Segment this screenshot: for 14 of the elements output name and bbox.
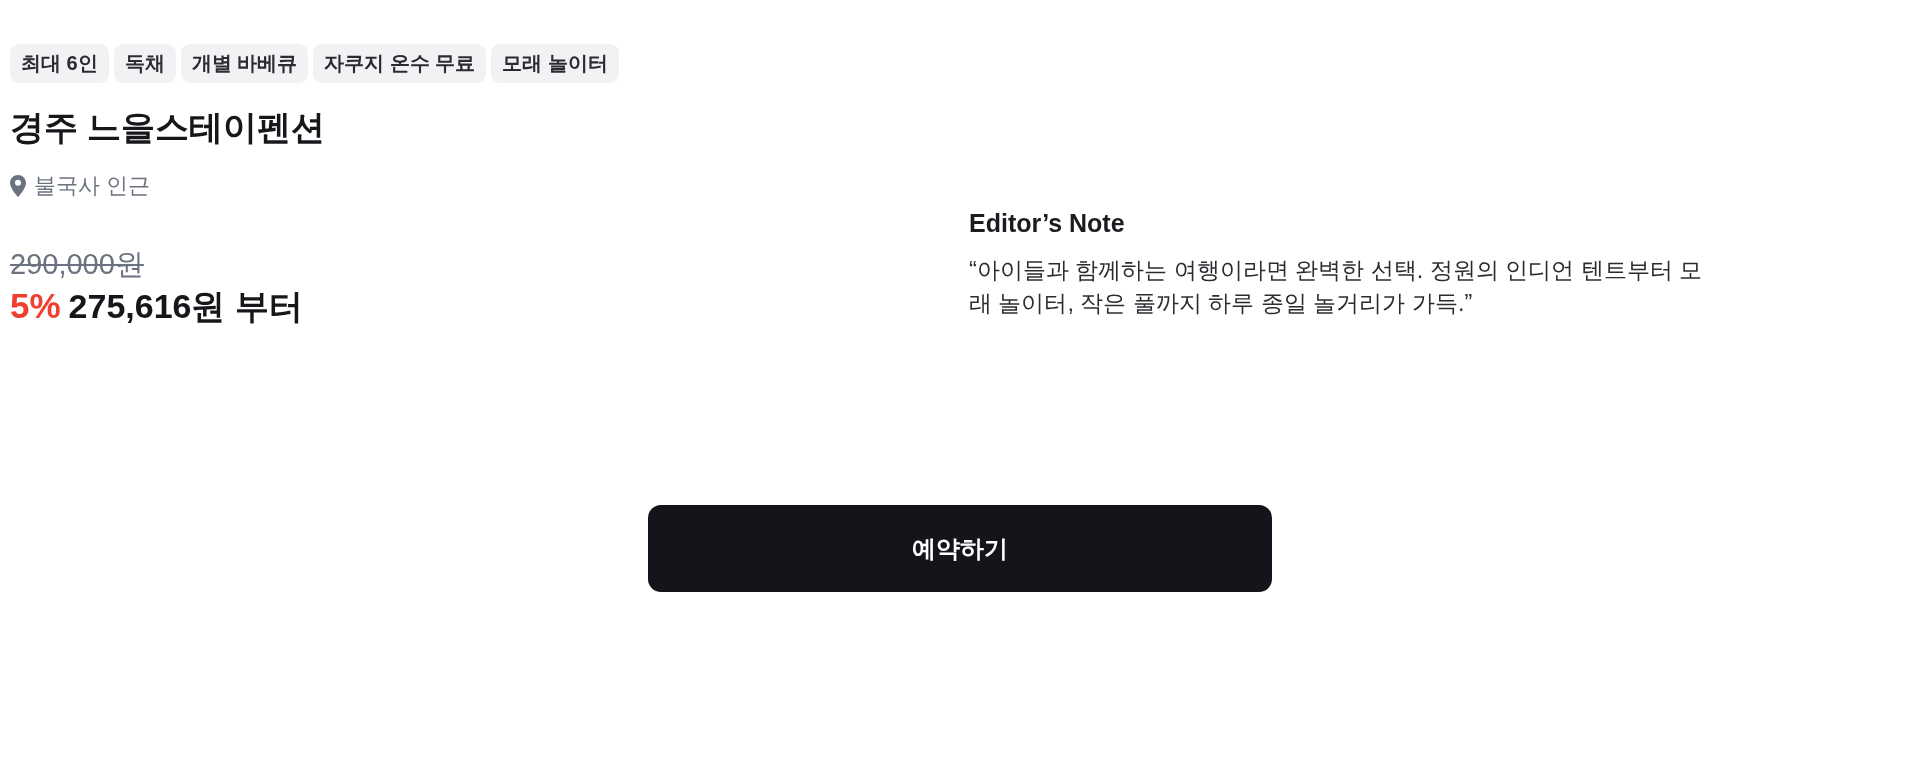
location-text: 불국사 인근: [34, 172, 151, 200]
feature-tag: 개별 바베큐: [180, 44, 309, 83]
listing-title: 경주 느을스테이펜션: [10, 107, 327, 148]
original-price: 290,000원: [10, 247, 144, 282]
feature-tag: 독채: [113, 44, 176, 83]
discount-rate: 5%: [10, 285, 61, 327]
reserve-button[interactable]: 예약하기: [648, 505, 1272, 592]
feature-tag: 모래 놀이터: [491, 44, 619, 83]
sale-price: 275,616원 부터: [68, 286, 303, 327]
editor-note-heading: Editor’s Note: [969, 208, 1126, 239]
feature-tag: 자쿠지 온수 무료: [313, 44, 487, 83]
editor-note-quote: “아이들과 함께하는 여행이라면 완벽한 선택. 정원의 인디언 텐트부터 모래 놀이터, 작은 풀까지 하루 종일 놀거리가 가득.”: [969, 256, 1704, 318]
feature-tag: 최대 6인: [10, 44, 109, 83]
location-pin-icon: [10, 175, 26, 197]
